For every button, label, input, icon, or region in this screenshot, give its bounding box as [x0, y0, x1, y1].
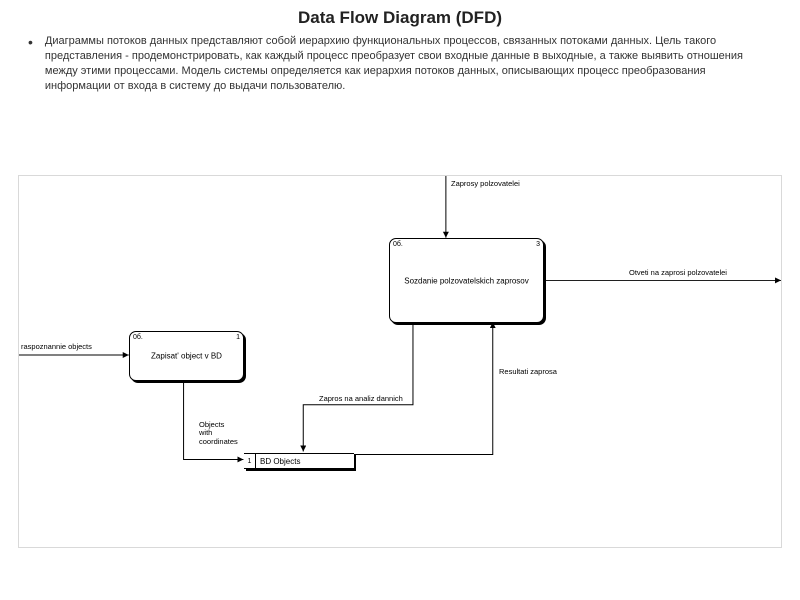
node-id-left: 0б.: [133, 334, 143, 341]
dfd-diagram: 0б. 1 Zapisat' object v BD 0б. 3 Sozdani…: [19, 176, 781, 547]
page-title: Data Flow Diagram (DFD): [0, 0, 800, 28]
diagram-frame: 0б. 1 Zapisat' object v BD 0б. 3 Sozdani…: [18, 175, 782, 548]
store-id: 1: [244, 454, 256, 468]
description-text: Диаграммы потоков данных представляют со…: [45, 34, 772, 93]
store-label: BD Objects: [256, 457, 300, 466]
flow-label-in-left: raspoznannie objects: [21, 343, 92, 351]
bullet-icon: •: [28, 34, 45, 93]
flow-label-objects-coords: Objects with coordinates: [199, 421, 238, 446]
process-node-1: 0б. 1 Zapisat' object v BD: [129, 331, 244, 381]
node-label: Zapisat' object v BD: [130, 352, 243, 361]
process-node-3: 0б. 3 Sozdanie polzovatelskich zaprosov: [389, 238, 544, 323]
flow-label-results: Resultati zaprosa: [499, 368, 557, 376]
flow-label-query: Zapros na analiz dannich: [319, 395, 403, 403]
node-id-right: 1: [236, 334, 240, 341]
description-block: • Диаграммы потоков данных представляют …: [0, 28, 800, 93]
flow-label-out-right: Otveti na zaprosi polzovatelei: [629, 269, 727, 277]
data-store-bd-objects: 1 BD Objects: [244, 453, 354, 469]
flow-label-in-top: Zaprosy polzovatelei: [451, 180, 520, 188]
node-id-left: 0б.: [393, 241, 403, 248]
node-label: Sozdanie polzovatelskich zaprosov: [390, 276, 543, 285]
node-id-right: 3: [536, 241, 540, 248]
